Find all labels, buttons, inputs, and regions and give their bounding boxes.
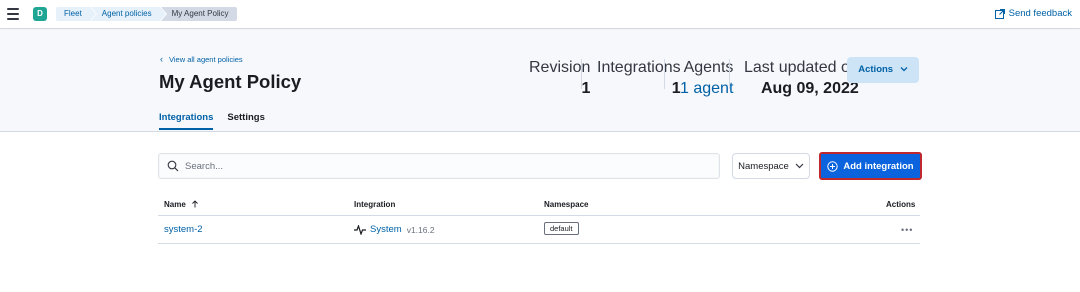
external-link-icon <box>994 8 1005 19</box>
column-header-name-label: Name <box>164 200 186 209</box>
send-feedback-label: Send feedback <box>1008 8 1072 19</box>
column-header-namespace[interactable]: Namespace <box>544 200 588 209</box>
stat-agents: Agents 1 agent <box>680 59 734 97</box>
chevron-down-icon <box>900 67 908 72</box>
stat-last-updated-value: Aug 09, 2022 <box>760 80 859 97</box>
breadcrumb-current: My Agent Policy <box>160 7 237 21</box>
row-namespace-badge: default <box>544 222 579 235</box>
column-header-name[interactable]: Name <box>164 200 199 209</box>
add-integration-button[interactable]: Add integration <box>819 152 922 180</box>
stat-agents-label: Agents <box>683 59 734 76</box>
row-integration-link[interactable]: System <box>370 224 402 235</box>
tab-settings[interactable]: Settings <box>227 112 264 130</box>
top-nav-bar: D Fleet Agent policies My Agent Policy S… <box>0 0 1080 29</box>
back-link-label: View all agent policies <box>169 54 243 64</box>
chevron-left-icon: ‹ <box>160 54 163 64</box>
stat-agents-link[interactable]: 1 agent <box>680 80 733 98</box>
stat-integrations-label: Integrations <box>597 59 681 76</box>
table-header-divider <box>158 215 920 216</box>
back-to-policies-link[interactable]: ‹ View all agent policies <box>160 54 243 64</box>
actions-button-label: Actions <box>858 64 894 75</box>
row-name-link[interactable]: system-2 <box>164 224 203 235</box>
divider <box>581 59 582 89</box>
search-field <box>158 153 720 179</box>
stat-last-updated-label: Last updated on <box>744 59 859 76</box>
actions-button[interactable]: Actions <box>847 57 919 83</box>
search-input[interactable] <box>185 154 705 178</box>
namespace-filter-label: Namespace <box>738 160 789 172</box>
page-title: My Agent Policy <box>159 71 302 92</box>
stat-integrations: Integrations 1 <box>597 59 681 97</box>
search-icon <box>167 160 179 172</box>
sort-ascending-icon <box>192 200 198 208</box>
stat-integrations-value: 1 <box>671 80 681 97</box>
tab-list: Integrations Settings <box>159 112 279 130</box>
chevron-down-icon <box>795 163 804 169</box>
breadcrumb-agent-policies[interactable]: Agent policies <box>90 7 167 21</box>
row-integration: System v1.16.2 <box>354 224 435 235</box>
page-header: ‹ View all agent policies My Agent Polic… <box>0 30 1080 132</box>
column-header-integration[interactable]: Integration <box>354 200 395 209</box>
divider <box>664 59 665 89</box>
row-integration-version: v1.16.2 <box>406 224 435 235</box>
stat-last-updated: Last updated on Aug 09, 2022 <box>744 59 859 97</box>
row-actions-menu-button[interactable]: ••• <box>901 225 913 235</box>
column-header-actions: Actions <box>886 200 916 209</box>
menu-icon[interactable] <box>7 8 19 20</box>
add-integration-label: Add integration <box>843 160 914 172</box>
breadcrumb: Fleet Agent policies My Agent Policy <box>56 7 238 21</box>
table-row-divider <box>158 243 920 244</box>
divider <box>729 59 730 89</box>
system-integration-icon <box>354 224 366 235</box>
send-feedback-link[interactable]: Send feedback <box>994 8 1072 19</box>
breadcrumb-fleet[interactable]: Fleet <box>56 7 97 21</box>
plus-circle-icon <box>827 160 839 172</box>
space-avatar[interactable]: D <box>33 7 47 21</box>
tab-integrations[interactable]: Integrations <box>159 112 214 130</box>
namespace-filter-button[interactable]: Namespace <box>732 153 810 179</box>
